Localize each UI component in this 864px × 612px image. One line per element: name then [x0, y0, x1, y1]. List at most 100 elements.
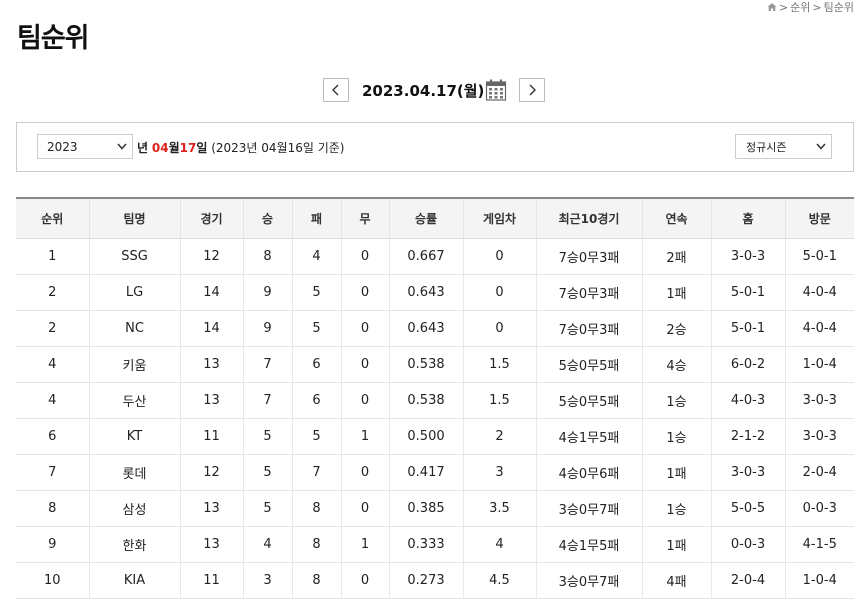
cell-team: 키움 — [88, 346, 180, 383]
cell-games: 14 — [179, 310, 243, 347]
cell-home: 5-0-1 — [710, 310, 785, 347]
day-suffix: 일 — [196, 141, 208, 155]
cell-wins: 7 — [242, 382, 292, 419]
cell-draws: 0 — [340, 562, 389, 599]
cell-team: 롯데 — [88, 454, 180, 491]
cell-rank: 6 — [16, 418, 89, 455]
cell-losses: 8 — [291, 490, 341, 527]
cell-draws: 0 — [340, 238, 389, 275]
cell-last-10: 7승0무3패 — [535, 310, 642, 347]
cell-losses: 5 — [291, 310, 341, 347]
season-select-value: 정규시즌 — [746, 140, 787, 154]
cell-draws: 0 — [340, 346, 389, 383]
cell-team: KIA — [88, 562, 180, 599]
chevron-right-icon — [529, 84, 536, 96]
cell-streak: 1승 — [641, 490, 711, 527]
cell-wins: 3 — [242, 562, 292, 599]
table-row: 4 키움 13 7 6 0 0.538 1.5 5승0무5패 4승 6-0-2 1-0-4 — [16, 346, 854, 383]
cell-rank: 2 — [16, 274, 89, 311]
cell-rank: 1 — [16, 238, 89, 275]
cell-team: 삼성 — [88, 490, 180, 527]
cell-last-10: 5승0무5패 — [535, 382, 642, 419]
cell-home: 5-0-5 — [710, 490, 785, 527]
cell-draws: 0 — [340, 310, 389, 347]
cell-streak: 4패 — [641, 562, 711, 599]
cell-rank: 2 — [16, 310, 89, 347]
cell-games: 13 — [179, 490, 243, 527]
cell-wins: 7 — [242, 346, 292, 383]
table-row: 7 롯데 12 5 7 0 0.417 3 4승0무6패 1패 3-0-3 2-0-4 — [16, 454, 854, 491]
prev-date-button[interactable] — [323, 78, 349, 102]
column-header-away: 방문 — [784, 197, 854, 239]
cell-wins: 4 — [242, 526, 292, 563]
cell-wins: 5 — [242, 418, 292, 455]
cell-home: 3-0-3 — [710, 238, 785, 275]
column-header-wins: 승 — [242, 197, 292, 239]
year-suffix: 년 — [137, 141, 149, 155]
cell-streak: 1승 — [641, 382, 711, 419]
cell-rank: 4 — [16, 346, 89, 383]
cell-win-pct: 0.333 — [388, 526, 463, 563]
year-select[interactable]: 2023 — [37, 134, 133, 159]
cell-streak: 1패 — [641, 274, 711, 311]
cell-home: 5-0-1 — [710, 274, 785, 311]
cell-games-behind: 4.5 — [462, 562, 536, 599]
cell-streak: 4승 — [641, 346, 711, 383]
cell-streak: 1패 — [641, 454, 711, 491]
year-select-value: 2023 — [47, 139, 78, 154]
breadcrumb-item-ranking[interactable]: 순위 — [790, 0, 810, 15]
cell-games-behind: 4 — [462, 526, 536, 563]
basis-note: (2023년 04월16일 기준) — [211, 141, 345, 155]
cell-team: KT — [88, 418, 180, 455]
cell-away: 3-0-3 — [784, 418, 854, 455]
breadcrumb-item-team-ranking[interactable]: 팀순위 — [824, 0, 854, 15]
table-row: 9 한화 13 4 8 1 0.333 4 4승1무5패 1패 0-0-3 4-1-5 — [16, 526, 854, 563]
cell-games-behind: 3.5 — [462, 490, 536, 527]
column-header-last-10: 최근10경기 — [535, 197, 642, 239]
cell-last-10: 3승0무7패 — [535, 490, 642, 527]
cell-team: LG — [88, 274, 180, 311]
cell-wins: 9 — [242, 274, 292, 311]
cell-wins: 8 — [242, 238, 292, 275]
home-icon[interactable] — [767, 2, 777, 12]
cell-streak: 2승 — [641, 310, 711, 347]
month-value: 04 — [151, 141, 169, 155]
next-date-button[interactable] — [519, 78, 545, 102]
filter-panel: 2023 년 04월17일 (2023년 04월16일 기준) 정규시즌 — [16, 122, 854, 172]
breadcrumb-separator: > — [778, 0, 789, 14]
cell-home: 2-1-2 — [710, 418, 785, 455]
cell-away: 2-0-4 — [784, 454, 854, 491]
cell-games: 14 — [179, 274, 243, 311]
column-header-draws: 무 — [340, 197, 389, 239]
cell-away: 4-0-4 — [784, 310, 854, 347]
cell-games: 12 — [179, 454, 243, 491]
cell-games-behind: 0 — [462, 238, 536, 275]
column-header-rank: 순위 — [16, 197, 89, 239]
cell-away: 0-0-3 — [784, 490, 854, 527]
cell-wins: 5 — [242, 454, 292, 491]
cell-wins: 5 — [242, 490, 292, 527]
cell-draws: 1 — [340, 418, 389, 455]
cell-losses: 8 — [291, 562, 341, 599]
table-header-row: 순위 팀명 경기 승 패 무 승률 게임차 최근10경기 연속 홈 방문 — [16, 197, 854, 239]
season-select[interactable]: 정규시즌 — [735, 134, 832, 159]
cell-losses: 4 — [291, 238, 341, 275]
cell-last-10: 5승0무5패 — [535, 346, 642, 383]
cell-rank: 9 — [16, 526, 89, 563]
cell-draws: 0 — [340, 274, 389, 311]
cell-win-pct: 0.643 — [388, 310, 463, 347]
cell-losses: 7 — [291, 454, 341, 491]
cell-home: 0-0-3 — [710, 526, 785, 563]
cell-rank: 8 — [16, 490, 89, 527]
cell-games: 11 — [179, 418, 243, 455]
calendar-icon[interactable] — [485, 78, 507, 102]
day-value: 17 — [179, 141, 197, 155]
cell-draws: 0 — [340, 382, 389, 419]
cell-home: 4-0-3 — [710, 382, 785, 419]
page-title: 팀순위 — [17, 23, 90, 54]
column-header-games: 경기 — [179, 197, 243, 239]
column-header-games-behind: 게임차 — [462, 197, 536, 239]
month-suffix: 월 — [168, 141, 180, 155]
cell-team: 한화 — [88, 526, 180, 563]
cell-games: 11 — [179, 562, 243, 599]
